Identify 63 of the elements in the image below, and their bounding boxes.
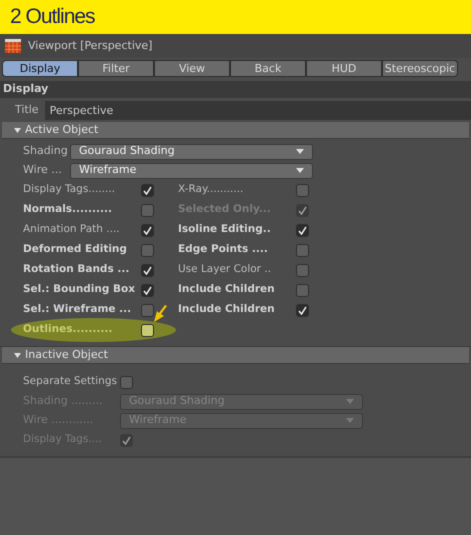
checkbox[interactable] <box>296 264 309 276</box>
checkbox-label: Display Tags........ <box>23 182 115 198</box>
tab[interactable]: View <box>154 60 230 77</box>
checkbox[interactable] <box>141 244 154 256</box>
checkbox[interactable] <box>141 324 154 336</box>
checkbox-label: Edge Points .... <box>178 242 268 258</box>
checkbox[interactable] <box>296 304 309 316</box>
checkbox-label: Separate Settings <box>23 374 117 390</box>
dropdown[interactable]: Wireframe <box>70 162 313 178</box>
checkbox[interactable] <box>141 264 154 276</box>
tab[interactable]: Display <box>2 60 78 77</box>
viewport-grid-icon <box>5 39 21 53</box>
section-header: Display <box>0 81 471 98</box>
expand-triangle-icon <box>14 352 21 358</box>
tab[interactable]: Back <box>230 60 306 77</box>
checkbox[interactable] <box>296 284 309 296</box>
title-field[interactable]: Perspective <box>44 100 471 120</box>
group-header[interactable]: Inactive Object <box>2 347 469 364</box>
checkbox-label: Sel.: Bounding Box <box>23 282 136 298</box>
checkmark-icon <box>143 186 152 194</box>
checkbox[interactable] <box>296 184 309 196</box>
checkbox-label: Sel.: Wireframe ... <box>23 302 132 318</box>
checkbox-label: Rotation Bands ... <box>23 262 130 278</box>
checkbox-label: Use Layer Color .. <box>178 262 271 278</box>
checkmark-icon <box>298 206 307 214</box>
checkbox[interactable] <box>296 224 309 236</box>
checkbox[interactable] <box>141 304 154 316</box>
caret-icon <box>296 168 304 173</box>
caret-icon <box>346 418 354 423</box>
title-label: Title <box>15 102 39 118</box>
checkbox-label: Normals.......... <box>23 202 112 218</box>
checkbox-label: X-Ray........... <box>178 182 244 198</box>
banner-title: 2 Outlines <box>10 4 95 30</box>
dropdown-label: Wire ... <box>23 162 63 178</box>
tab[interactable]: Stereoscopic <box>382 60 458 77</box>
dropdown-label: Shading <box>23 143 69 160</box>
checkbox-label: Outlines.......... <box>23 322 112 338</box>
dropdown[interactable]: Gouraud Shading <box>70 144 313 160</box>
checkmark-icon <box>143 266 152 274</box>
checkbox-label: Include Children <box>178 302 275 318</box>
checkbox-label: Animation Path .... <box>23 222 120 238</box>
tab[interactable]: Filter <box>78 60 154 77</box>
tab[interactable]: HUD <box>306 60 382 77</box>
pointer-arrow-icon <box>153 305 169 323</box>
checkbox-label: Isoline Editing.. <box>178 222 271 238</box>
checkmark-icon <box>298 226 307 234</box>
checkbox[interactable] <box>141 204 154 216</box>
checkbox-label: Include Children <box>178 282 275 298</box>
checkbox[interactable] <box>120 376 133 388</box>
group-header[interactable]: Active Object <box>2 122 469 139</box>
checkmark-icon <box>143 286 152 294</box>
caret-icon <box>346 399 354 404</box>
window-title: Viewport [Perspective] <box>28 38 152 54</box>
checkmark-icon <box>122 436 131 444</box>
checkbox[interactable] <box>141 184 154 196</box>
checkbox-label: Deformed Editing <box>23 242 127 258</box>
checkmark-icon <box>143 226 152 234</box>
caret-icon <box>296 149 304 154</box>
checkbox[interactable] <box>141 284 154 296</box>
checkbox[interactable] <box>141 224 154 236</box>
checkmark-icon <box>298 306 307 314</box>
expand-triangle-icon <box>14 128 21 132</box>
checkbox[interactable] <box>296 244 309 256</box>
